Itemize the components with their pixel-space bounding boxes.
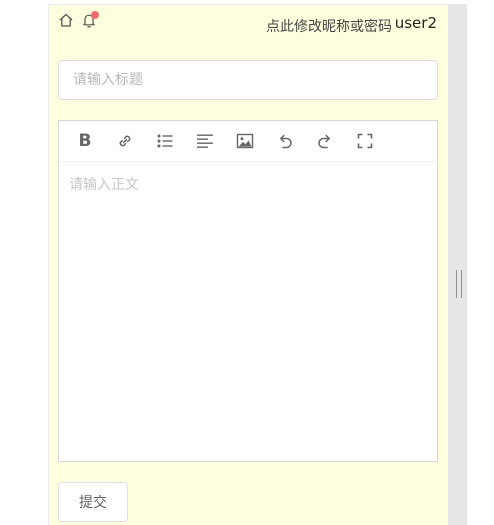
image-icon[interactable] (236, 132, 254, 150)
rich-text-editor: B 请输入正文 (58, 120, 438, 462)
bold-icon[interactable]: B (76, 132, 94, 150)
editor-placeholder: 请输入正文 (69, 177, 139, 193)
title-input[interactable] (58, 60, 438, 100)
username-label: user2 (394, 14, 437, 32)
submit-button[interactable]: 提交 (58, 482, 128, 522)
align-left-icon[interactable] (196, 132, 214, 150)
home-icon[interactable] (58, 12, 74, 28)
redo-icon[interactable] (316, 132, 334, 150)
link-icon[interactable] (116, 132, 134, 150)
fullscreen-icon[interactable] (356, 132, 374, 150)
bulleted-list-icon[interactable] (156, 132, 174, 150)
undo-icon[interactable] (276, 132, 294, 150)
notification-badge (91, 11, 99, 19)
scroll-rail[interactable] (448, 4, 467, 525)
resize-handle[interactable] (456, 270, 462, 298)
edit-profile-link[interactable]: 点此修改昵称或密码 (266, 16, 392, 36)
editor-toolbar: B (59, 121, 437, 162)
editor-body[interactable]: 请输入正文 (59, 162, 437, 461)
